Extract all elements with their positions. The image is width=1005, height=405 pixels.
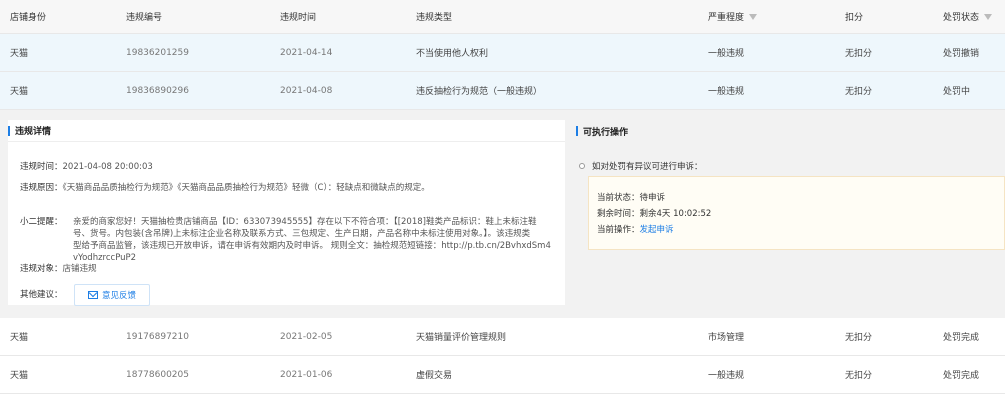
col-header-shop: 店铺身份 [10, 13, 47, 23]
cell-time: 2021-04-14 [280, 47, 333, 58]
cell-time: 2021-02-05 [280, 331, 333, 342]
cell-points: 无扣分 [845, 333, 873, 343]
cell-type: 天猫销量评价管理规则 [416, 333, 507, 343]
appeal-status-label: 当前状态： [597, 193, 640, 203]
col-header-type: 违规类型 [416, 13, 453, 23]
cell-id: 19836890296 [126, 85, 189, 96]
filter-icon[interactable] [749, 13, 758, 20]
cell-status: 处罚完成 [943, 333, 980, 343]
detail-cause-value: 《天猫商品品质抽检行为规范》《天猫商品品质抽检行为规范》轻微（C）：轻缺点和微缺… [62, 183, 430, 193]
cell-severity: 一般违规 [708, 87, 745, 97]
appeal-status: 当前状态：待申诉 [597, 191, 665, 203]
appeal-remaining-value: 剩余4天 10:02:52 [639, 209, 712, 219]
cell-severity: 市场管理 [708, 333, 745, 343]
cell-severity: 一般违规 [708, 49, 745, 59]
tip-line: 号、货号。内包装(含吊牌)上未标注企业名称及联系方式、三包规定、生产日期，产品名… [73, 229, 531, 239]
cell-points: 无扣分 [845, 49, 873, 59]
col-header-status[interactable]: 处罚状态 [943, 0, 993, 33]
tip-line: 亲爱的商家您好！天猫抽检贵店铺商品【ID：633073945555】存在以下不符… [73, 217, 537, 227]
appeal-operation: 当前操作：发起申诉 [597, 223, 674, 235]
detail-time: 违规时间：2021-04-08 20:00:03 [20, 161, 153, 173]
detail-time-value: 2021-04-08 20:00:03 [62, 162, 153, 172]
filter-icon[interactable] [984, 13, 993, 20]
cell-shop: 天猫 [10, 49, 29, 59]
cell-id: 19836201259 [126, 47, 189, 58]
cell-time: 2021-04-08 [280, 85, 333, 96]
cell-type: 虚假交易 [416, 371, 453, 381]
appeal-label: 如对处罚有异议可进行申诉： [592, 162, 703, 172]
cell-points: 无扣分 [845, 371, 873, 381]
cell-type: 不当使用他人权利 [416, 49, 489, 59]
detail-time-label: 违规时间： [20, 162, 63, 172]
detail-cause: 违规原因：《天猫商品品质抽检行为规范》《天猫商品品质抽检行为规范》轻微（C）：轻… [20, 182, 430, 194]
appeal-operation-label: 当前操作： [597, 225, 640, 235]
detail-target: 违规对象：店铺违规 [20, 263, 97, 275]
detail-tip-value: 亲爱的商家您好！天猫抽检贵店铺商品【ID：633073945555】存在以下不符… [73, 216, 566, 264]
table-row[interactable]: 天猫 18778600205 2021-01-06 虚假交易 一般违规 无扣分 … [0, 356, 1005, 394]
bullet-icon [579, 163, 585, 169]
cell-shop: 天猫 [10, 333, 29, 343]
col-header-status-label: 处罚状态 [943, 13, 980, 23]
start-appeal-link[interactable]: 发起申诉 [640, 225, 674, 235]
cell-status: 处罚撤销 [943, 49, 980, 59]
col-header-severity[interactable]: 严重程度 [708, 0, 758, 33]
cell-status: 处罚完成 [943, 371, 980, 381]
actions-panel: 可执行操作 如对处罚有异议可进行申诉： 当前状态：待申诉 剩余时间：剩余4天 1… [576, 120, 1005, 305]
cell-severity: 一般违规 [708, 371, 745, 381]
cell-type: 违反抽检行为规范（一般违规） [416, 87, 543, 97]
cell-shop: 天猫 [10, 371, 29, 381]
feedback-button[interactable]: 意见反馈 [74, 284, 150, 306]
cell-shop: 天猫 [10, 87, 29, 97]
col-header-time: 违规时间 [280, 13, 317, 23]
table-row[interactable]: 天猫 19176897210 2021-02-05 天猫销量评价管理规则 市场管… [0, 318, 1005, 356]
actions-title: 可执行操作 [576, 120, 1005, 142]
table-row[interactable]: 天猫 19836201259 2021-04-14 不当使用他人权利 一般违规 … [0, 34, 1005, 72]
appeal-remaining: 剩余时间：剩余4天 10:02:52 [597, 207, 711, 219]
appeal-remaining-label: 剩余时间： [597, 209, 640, 219]
detail-tip-label: 小二提醒： [20, 217, 63, 227]
mail-icon [87, 291, 98, 299]
tip-line: 型给予商品监管，该违规已开放申诉，请在申诉有效期内及时申诉。 规则全文：抽检规范… [73, 241, 551, 251]
cell-time: 2021-01-06 [280, 369, 333, 380]
table-header: 店铺身份 违规编号 违规时间 违规类型 严重程度 扣分 处罚状态 [0, 0, 1005, 34]
detail-cause-label: 违规原因： [20, 183, 63, 193]
col-header-points: 扣分 [845, 13, 864, 23]
detail-target-label: 违规对象： [20, 264, 63, 274]
table-row[interactable]: 天猫 19836890296 2021-04-08 违反抽检行为规范（一般违规）… [0, 72, 1005, 110]
cell-id: 19176897210 [126, 331, 189, 342]
cell-points: 无扣分 [845, 87, 873, 97]
col-header-severity-label: 严重程度 [708, 13, 745, 23]
col-header-id: 违规编号 [126, 13, 163, 23]
detail-suggest-label: 其他建议： [20, 290, 63, 300]
tip-line: vYodhzrccPuP2 [73, 253, 137, 263]
appeal-box: 当前状态：待申诉 剩余时间：剩余4天 10:02:52 当前操作：发起申诉 [588, 176, 1005, 250]
details-panel: 违规详情 违规时间：2021-04-08 20:00:03 违规原因：《天猫商品… [8, 120, 566, 306]
appeal-status-value: 待申诉 [639, 193, 666, 203]
cell-id: 18778600205 [126, 369, 189, 380]
feedback-button-label: 意见反馈 [101, 291, 136, 301]
details-title: 违规详情 [8, 120, 565, 142]
detail-target-value: 店铺违规 [62, 264, 97, 274]
cell-status: 处罚中 [943, 87, 971, 97]
row-expand-details: 违规详情 违规时间：2021-04-08 20:00:03 违规原因：《天猫商品… [0, 110, 1005, 318]
